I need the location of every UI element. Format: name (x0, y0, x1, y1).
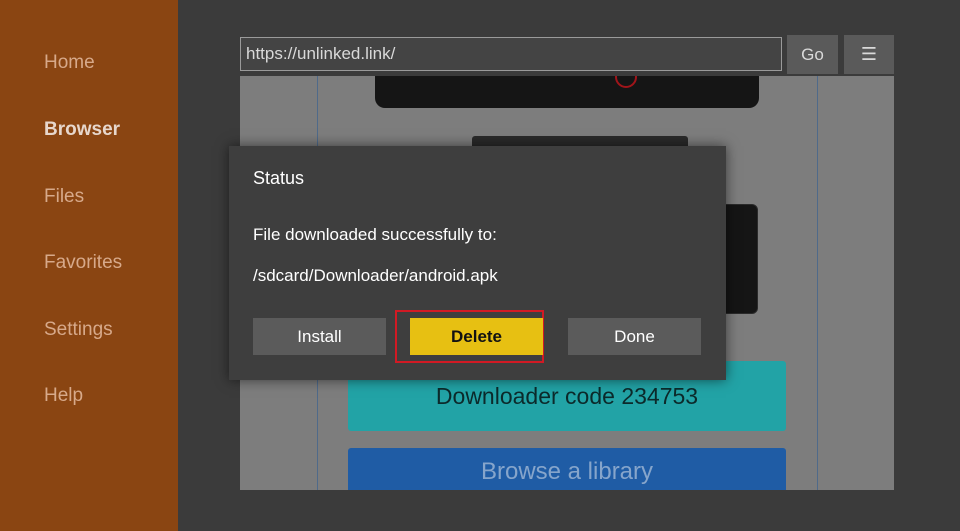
hamburger-menu-icon: ☰ (860, 44, 878, 64)
sidebar: Home Browser Files Favorites Settings He… (0, 0, 178, 531)
sidebar-item-settings[interactable]: Settings (44, 319, 113, 341)
url-input[interactable]: https://unlinked.link/ (240, 37, 782, 71)
download-path: /sdcard/Downloader/android.apk (253, 266, 498, 285)
page-guide-line (817, 76, 818, 490)
menu-button[interactable]: ☰ (844, 35, 894, 74)
dialog-title: Status (253, 168, 305, 188)
sidebar-item-browser[interactable]: Browser (44, 119, 120, 141)
site-logo (375, 76, 759, 108)
sidebar-item-favorites[interactable]: Favorites (44, 252, 122, 274)
done-button[interactable]: Done (568, 318, 701, 355)
install-button[interactable]: Install (253, 318, 386, 355)
go-button[interactable]: Go (787, 35, 838, 74)
sidebar-item-help[interactable]: Help (44, 385, 83, 407)
delete-button[interactable]: Delete (410, 318, 543, 355)
dialog-message: File downloaded successfully to: (253, 225, 497, 244)
sidebar-item-files[interactable]: Files (44, 186, 84, 208)
status-dialog: Status File downloaded successfully to: … (229, 146, 726, 380)
browse-library-button[interactable]: Browse a library (348, 448, 786, 490)
sidebar-item-home[interactable]: Home (44, 52, 95, 74)
target-icon (615, 76, 637, 88)
